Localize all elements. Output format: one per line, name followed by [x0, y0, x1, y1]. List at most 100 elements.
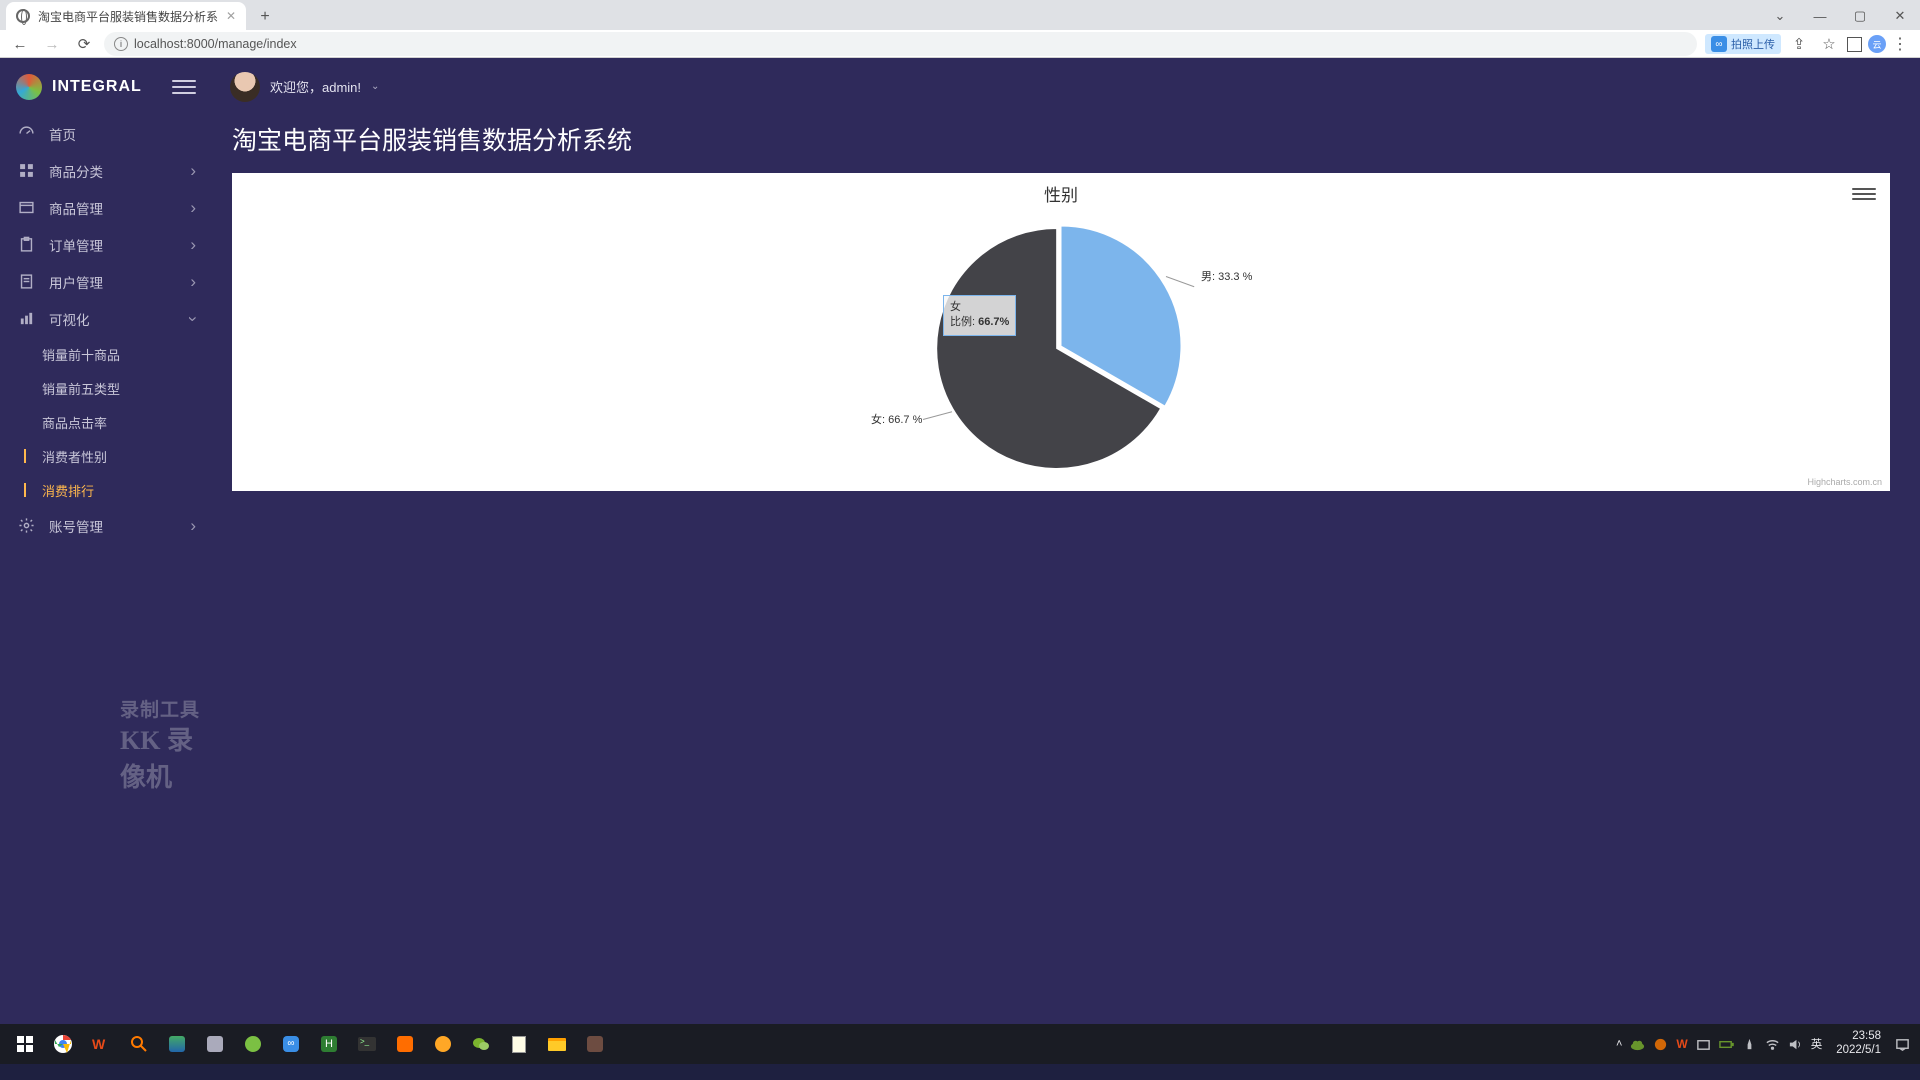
chart-card: 性别 男: 33.3 % 女: 66.7 % [232, 173, 1890, 491]
document-icon [18, 273, 35, 290]
sidebar-menu: 首页 商品分类 商品管理 订单管理 用户管理 可视化 [0, 115, 212, 337]
forward-button[interactable]: → [40, 36, 64, 53]
chart-menu-button[interactable] [1852, 183, 1876, 205]
tray-expand-icon[interactable]: ˄ [1616, 1038, 1622, 1050]
sidebar-item-account[interactable]: 账号管理 [0, 507, 212, 544]
grid-icon [18, 162, 35, 179]
new-tab-button[interactable]: + [252, 4, 278, 30]
panel-icon[interactable] [1847, 37, 1862, 52]
window-icon [18, 199, 35, 216]
tray-icon-w[interactable]: W [1676, 1037, 1687, 1051]
sidebar-item-user[interactable]: 用户管理 [0, 263, 212, 300]
user-bar: 欢迎您，admin! ⌄ [212, 58, 1920, 115]
sidebar-sub-label: 消费排行 [42, 481, 94, 500]
taskbar-app-generic-3[interactable] [234, 1024, 272, 1064]
sidebar-sub-gender[interactable]: 消费者性别 [0, 439, 212, 473]
tab-title: 淘宝电商平台服装销售数据分析系 [38, 8, 218, 25]
notification-icon[interactable] [1895, 1037, 1910, 1052]
taskbar-app-wechat[interactable] [462, 1024, 500, 1064]
taskbar-app-generic-5[interactable]: H [310, 1024, 348, 1064]
taskbar-app-terminal[interactable]: >_ [348, 1024, 386, 1064]
chevron-down-icon[interactable]: ⌄ [1760, 2, 1800, 30]
taskbar-apps: W ∞ H >_ [6, 1024, 614, 1064]
sidebar-item-order[interactable]: 订单管理 [0, 226, 212, 263]
tray-icon-2[interactable] [1696, 1037, 1711, 1052]
sidebar-item-product[interactable]: 商品管理 [0, 189, 212, 226]
cloud-icon[interactable] [1630, 1037, 1645, 1052]
ime-indicator[interactable]: 英 [1811, 1036, 1823, 1052]
pie-label-female: 女: 66.7 % [871, 411, 922, 427]
wifi-icon[interactable] [1765, 1037, 1780, 1052]
close-window-icon[interactable]: ✕ [1880, 2, 1920, 30]
sidebar-item-label: 商品管理 [49, 198, 103, 218]
info-icon[interactable]: i [114, 37, 128, 51]
start-button[interactable] [6, 1024, 44, 1064]
logo-icon [16, 74, 42, 100]
taskbar-app-generic-1[interactable] [158, 1024, 196, 1064]
clock-time: 23:58 [1836, 1030, 1881, 1044]
browser-chrome: 淘宝电商平台服装销售数据分析系 ✕ + ⌄ — ▢ ✕ ← → ⟳ i loca… [0, 0, 1920, 58]
taskbar-app-notes[interactable] [500, 1024, 538, 1064]
taskbar-clock[interactable]: 23:58 2022/5/1 [1830, 1030, 1887, 1058]
sidebar-sub-label: 销量前十商品 [42, 345, 120, 364]
sidebar-item-category[interactable]: 商品分类 [0, 152, 212, 189]
chart-credits: Highcharts.com.cn [1807, 477, 1882, 487]
sidebar-item-viz[interactable]: 可视化 [0, 300, 212, 337]
pie-chart [936, 221, 1186, 471]
taskbar-app-search[interactable] [120, 1024, 158, 1064]
hamburger-icon[interactable] [172, 76, 196, 98]
sidebar-sub-spend-rank[interactable]: 消费排行 [0, 473, 212, 507]
bookmark-icon[interactable]: ☆ [1817, 35, 1841, 53]
taskbar-app-generic-8[interactable] [576, 1024, 614, 1064]
sidebar-sub-label: 商品点击率 [42, 413, 107, 432]
sidebar-header: INTEGRAL [0, 58, 212, 115]
maximize-icon[interactable]: ▢ [1840, 2, 1880, 30]
clock-date: 2022/5/1 [1836, 1044, 1881, 1058]
sidebar-sub-top10[interactable]: 销量前十商品 [0, 337, 212, 371]
chart-title: 性别 [232, 173, 1890, 206]
page-title: 淘宝电商平台服装销售数据分析系统 [212, 115, 1920, 173]
taskbar-app-generic-6[interactable] [386, 1024, 424, 1064]
chevron-down-icon[interactable]: ⌄ [371, 81, 379, 92]
browser-actions: ∞ 拍照上传 ⇪ ☆ 云 ⋮ [1705, 34, 1912, 54]
sidebar-sub-click-rate[interactable]: 商品点击率 [0, 405, 212, 439]
taskbar-app-generic-2[interactable] [196, 1024, 234, 1064]
tray-icon-1[interactable] [1653, 1037, 1668, 1052]
taskbar-app-generic-7[interactable] [424, 1024, 462, 1064]
sidebar: INTEGRAL 首页 商品分类 商品管理 订单管理 用户管理 [0, 58, 212, 1024]
chart-tooltip: 女 比例: 66.7% [943, 295, 1016, 336]
taskbar-app-explorer[interactable] [538, 1024, 576, 1064]
back-button[interactable]: ← [8, 36, 32, 53]
address-bar[interactable]: i localhost:8000/manage/index [104, 32, 1697, 56]
kebab-icon[interactable]: ⋮ [1892, 34, 1908, 54]
taskbar: W ∞ H >_ ˄ W 英 23:58 2022/5/1 [0, 1024, 1920, 1064]
svg-text:W: W [92, 1036, 106, 1052]
taskbar-app-generic-4[interactable]: ∞ [272, 1024, 310, 1064]
link-icon: ∞ [1711, 36, 1727, 52]
taskbar-app-chrome[interactable] [44, 1024, 82, 1064]
sidebar-item-label: 账号管理 [49, 516, 103, 536]
welcome-text: 欢迎您，admin! [270, 77, 361, 96]
gear-icon [18, 517, 35, 534]
extension-badge[interactable]: ∞ 拍照上传 [1705, 34, 1781, 54]
sidebar-sub-top5type[interactable]: 销量前五类型 [0, 371, 212, 405]
reload-button[interactable]: ⟳ [72, 35, 96, 53]
minimize-icon[interactable]: — [1800, 2, 1840, 30]
window-controls: ⌄ — ▢ ✕ [1760, 2, 1920, 30]
tray-icon-3[interactable] [1742, 1037, 1757, 1052]
taskbar-app-wps[interactable]: W [82, 1024, 120, 1064]
sidebar-menu-2: 账号管理 [0, 507, 212, 544]
watermark-line1: 录制工具 [120, 695, 212, 722]
sidebar-item-home[interactable]: 首页 [0, 115, 212, 152]
profile-avatar[interactable]: 云 [1868, 35, 1886, 53]
close-icon[interactable]: ✕ [226, 9, 236, 23]
brand-name: INTEGRAL [52, 78, 162, 96]
share-icon[interactable]: ⇪ [1787, 35, 1811, 53]
volume-icon[interactable] [1788, 1037, 1803, 1052]
sidebar-sub-label: 销量前五类型 [42, 379, 120, 398]
watermark-line2: KK 录像机 [120, 720, 212, 794]
user-avatar[interactable] [230, 72, 260, 102]
tooltip-name: 女 [950, 300, 1009, 315]
battery-icon[interactable] [1719, 1037, 1734, 1052]
browser-tab[interactable]: 淘宝电商平台服装销售数据分析系 ✕ [6, 2, 246, 30]
